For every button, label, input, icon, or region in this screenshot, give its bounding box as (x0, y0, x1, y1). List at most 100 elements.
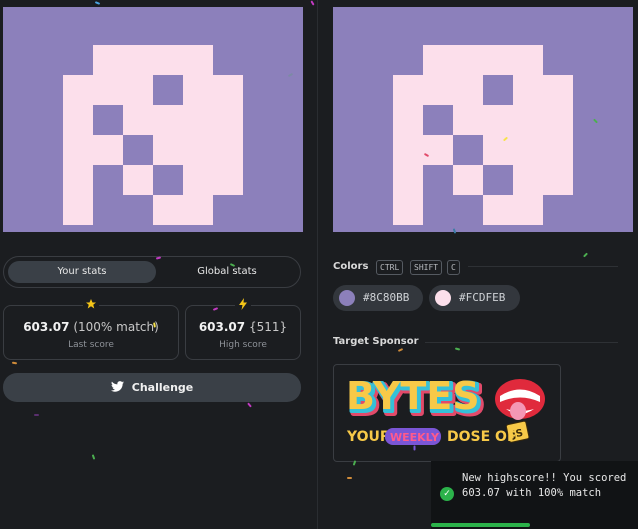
canvas-cell (213, 105, 243, 135)
check-circle-icon: ✓ (440, 487, 454, 501)
last-score-label: Last score (68, 340, 114, 350)
confetti-piece (454, 347, 461, 351)
confetti-piece (347, 477, 352, 479)
high-score-value: 603.07 (198, 320, 246, 334)
svg-text:YOUR: YOUR (346, 429, 391, 445)
canvas-cell (543, 135, 573, 165)
toast-message: New highscore!! You scored 603.07 with 1… (462, 472, 627, 499)
canvas-cell (393, 195, 423, 225)
canvas-cell (513, 45, 543, 75)
canvas-cell (93, 135, 123, 165)
canvas-cell (153, 195, 183, 225)
svg-text:WEEKLY: WEEKLY (390, 431, 440, 444)
shortcut-key-ctrl: CTRL (376, 260, 404, 275)
canvas-cell (543, 75, 573, 105)
target-sponsor-title: Target Sponsor (333, 336, 419, 347)
canvas-cell (153, 135, 183, 165)
canvas-cell (453, 75, 483, 105)
color-chip-background[interactable]: #8C80BB (333, 285, 423, 311)
high-score-card: 603.07 {511} High score (185, 298, 301, 360)
colors-title: Colors (333, 261, 369, 272)
canvas-cell (513, 105, 543, 135)
canvas-cell (393, 165, 423, 195)
canvas-cell (63, 165, 93, 195)
tab-global-stats[interactable]: Global stats (154, 261, 300, 283)
canvas-cell (453, 165, 483, 195)
canvas-cell (123, 75, 153, 105)
canvas-cell (513, 195, 543, 225)
canvas-cell (63, 135, 93, 165)
canvas-cell (183, 105, 213, 135)
color-hex-foreground: #FCDFEB (459, 291, 506, 304)
canvas-cell (453, 45, 483, 75)
canvas-cell (123, 105, 153, 135)
color-swatch-background (339, 290, 355, 306)
svg-text:BYTES: BYTES (346, 374, 480, 418)
challenge-label: Challenge (131, 381, 194, 394)
canvas-cell (183, 165, 213, 195)
canvas-cell (513, 135, 543, 165)
stats-tabs: Your stats Global stats (3, 256, 301, 288)
highscore-toast: ✓ New highscore!! You scored 603.07 with… (431, 461, 638, 529)
canvas-cell (93, 75, 123, 105)
twitter-icon (110, 374, 124, 403)
last-score-match: (100% match) (73, 320, 159, 334)
canvas-cell (63, 105, 93, 135)
target-canvas (333, 7, 633, 232)
canvas-cell (213, 135, 243, 165)
confetti-piece (352, 460, 357, 466)
canvas-cell (213, 165, 243, 195)
high-score-rank: {511} (248, 320, 288, 334)
shortcut-key-shift: SHIFT (410, 260, 443, 275)
canvas-cell (183, 195, 213, 225)
color-swatch-foreground (435, 290, 451, 306)
canvas-cell (393, 105, 423, 135)
canvas-cell (153, 105, 183, 135)
challenge-button[interactable]: Challenge (3, 373, 301, 402)
canvas-cell (63, 75, 93, 105)
confetti-piece (397, 348, 404, 352)
sponsor-banner[interactable]: BYTES BYTES BYTES JS YOUR WEEKLY DOSE OF (333, 364, 561, 462)
colors-rule (468, 266, 618, 267)
canvas-cell (213, 75, 243, 105)
sponsor-rule (425, 342, 618, 343)
canvas-cell (543, 165, 573, 195)
pane-divider (317, 0, 318, 529)
canvas-cell (513, 165, 543, 195)
lightning-icon (235, 298, 251, 312)
star-icon (83, 298, 99, 312)
bytes-logo: BYTES BYTES BYTES JS YOUR WEEKLY DOSE OF (346, 374, 545, 445)
shortcut-key-c: C (447, 260, 460, 275)
canvas-cell (63, 195, 93, 225)
confetti-piece (413, 445, 416, 451)
canvas-cell (483, 195, 513, 225)
canvas-cell (423, 75, 453, 105)
left-pane: Your stats Global stats 603.07 (100% mat… (0, 0, 317, 529)
canvas-cell (153, 45, 183, 75)
canvas-cell (393, 135, 423, 165)
canvas-cell (483, 105, 513, 135)
canvas-cell (93, 45, 123, 75)
canvas-cell (483, 135, 513, 165)
toast-progress (431, 523, 530, 527)
canvas-cell (513, 75, 543, 105)
user-canvas[interactable] (3, 7, 303, 232)
canvas-cell (183, 135, 213, 165)
canvas-cell (393, 75, 423, 105)
canvas-cell (483, 45, 513, 75)
canvas-cell (183, 75, 213, 105)
canvas-cell (423, 135, 453, 165)
confetti-piece (583, 252, 588, 258)
confetti-piece (34, 414, 39, 416)
canvas-cell (543, 105, 573, 135)
high-score-label: High score (219, 340, 267, 350)
color-hex-background: #8C80BB (363, 291, 410, 304)
canvas-cell (123, 45, 153, 75)
canvas-cell (423, 45, 453, 75)
canvas-cell (123, 165, 153, 195)
tab-your-stats[interactable]: Your stats (8, 261, 156, 283)
color-chip-foreground[interactable]: #FCDFEB (429, 285, 520, 311)
svg-text:DOSE OF: DOSE OF (447, 429, 517, 445)
canvas-cell (183, 45, 213, 75)
last-score-card: 603.07 (100% match) Last score (3, 298, 179, 360)
